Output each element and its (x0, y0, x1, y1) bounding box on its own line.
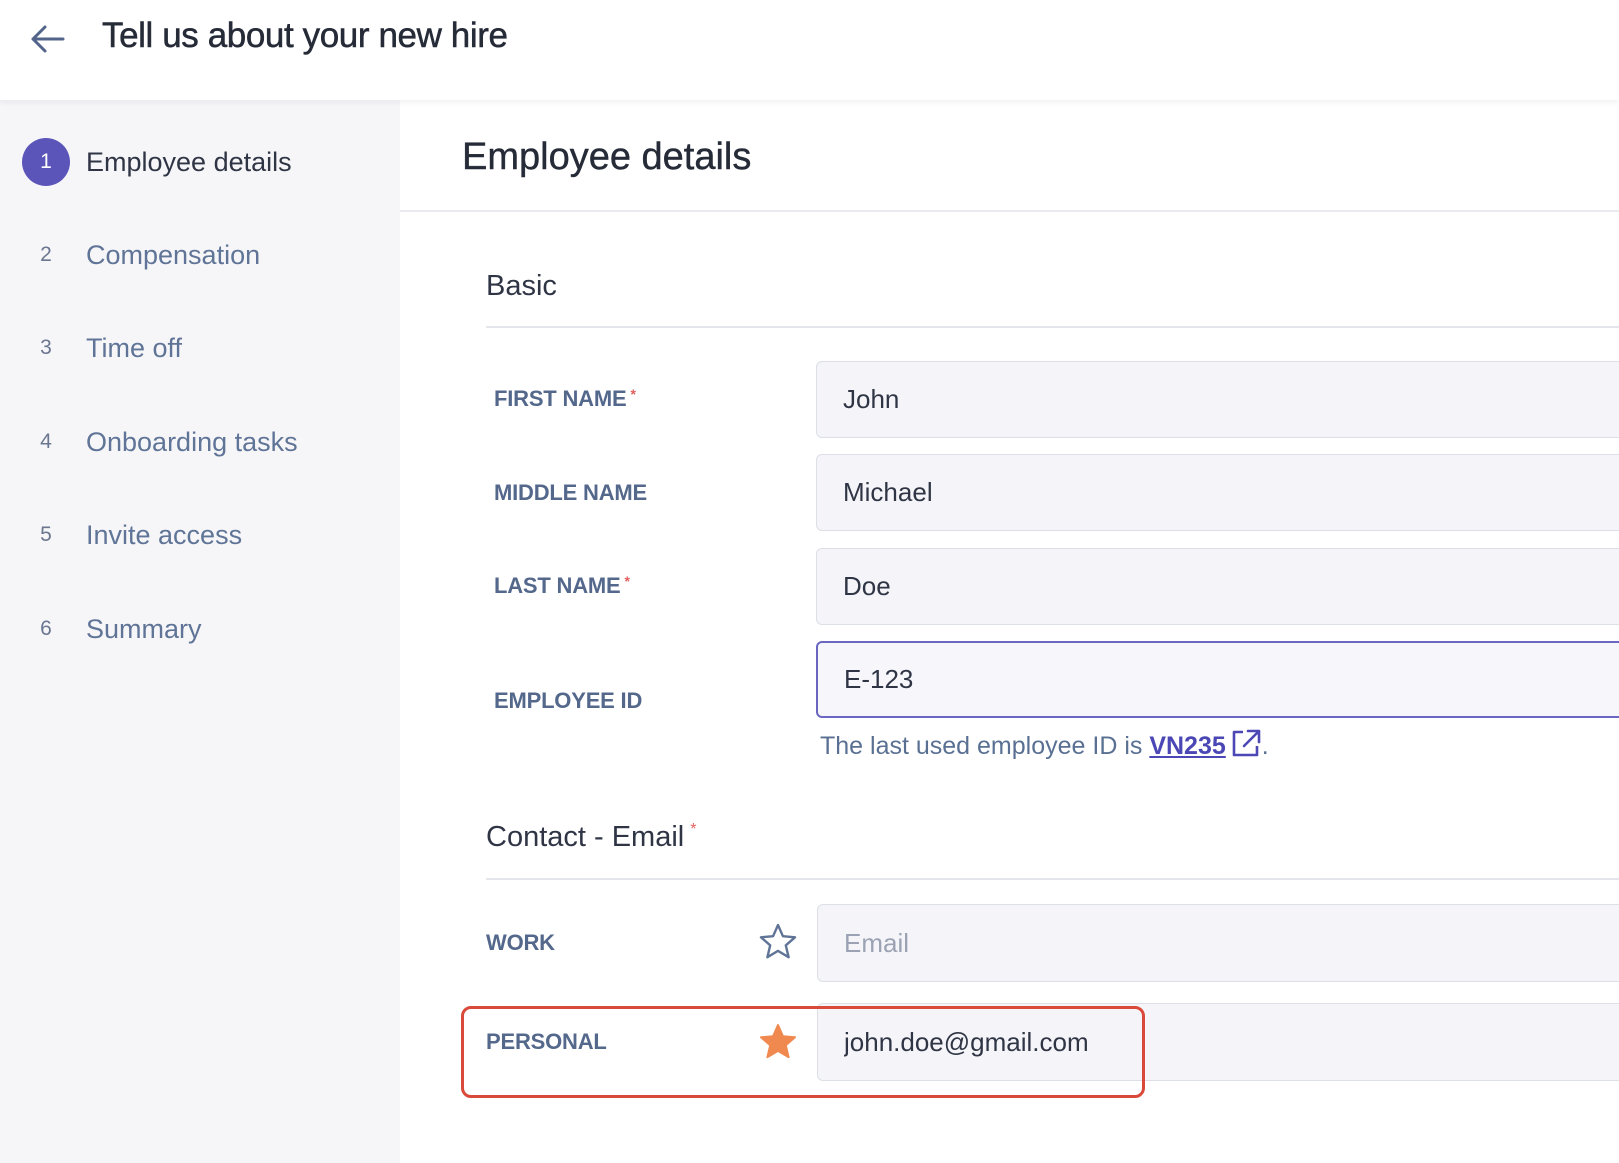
first-name-label: FIRST NAME * (494, 386, 636, 412)
contact-email-group-title: Contact - Email * (486, 821, 696, 854)
first-name-input[interactable] (816, 361, 1619, 438)
arrow-left-icon (31, 25, 65, 53)
label-text: FIRST NAME (494, 386, 627, 411)
step-summary[interactable]: 6 Summary (22, 604, 382, 654)
step-onboarding-tasks[interactable]: 4 Onboarding tasks (22, 417, 382, 467)
step-label: Onboarding tasks (86, 426, 298, 457)
divider (486, 326, 1619, 328)
star-outline-icon[interactable] (758, 922, 798, 962)
external-link-icon[interactable] (1230, 728, 1262, 758)
employee-id-helper: The last used employee ID is VN235 . (820, 728, 1269, 761)
divider (486, 878, 1619, 880)
page-title: Tell us about your new hire (102, 16, 508, 56)
section-title: Employee details (462, 136, 752, 178)
step-label: Invite access (86, 519, 243, 550)
step-number: 6 (40, 617, 52, 640)
required-mark: * (630, 386, 636, 402)
helper-suffix: . (1261, 732, 1269, 760)
step-time-off[interactable]: 3 Time off (22, 323, 382, 373)
last-employee-id-link[interactable]: VN235 (1149, 732, 1225, 760)
step-employee-details[interactable]: 1 Employee details (22, 137, 382, 187)
step-number: 1 (22, 138, 70, 186)
step-label: Employee details (86, 146, 292, 177)
back-button[interactable] (24, 16, 70, 62)
helper-text: The last used employee ID is (820, 732, 1150, 760)
step-compensation[interactable]: 2 Compensation (22, 230, 382, 280)
work-email-label: WORK (486, 930, 555, 955)
basic-group-title: Basic (486, 270, 557, 302)
step-number: 2 (40, 243, 52, 266)
step-invite-access[interactable]: 5 Invite access (22, 510, 382, 560)
label-text: LAST NAME (494, 573, 621, 598)
last-name-label: LAST NAME * (494, 573, 630, 599)
required-mark: * (690, 821, 697, 838)
employee-id-input[interactable] (816, 641, 1619, 718)
main-content: Employee details Basic FIRST NAME* MIDDL… (400, 100, 1619, 1163)
step-number: 3 (40, 336, 52, 359)
personal-email-label: PERSONAL (486, 1029, 607, 1054)
steps-sidebar: 1 Employee details 2 Compensation 3 Time… (0, 100, 400, 1163)
step-label: Time off (86, 332, 183, 363)
middle-name-label: MIDDLE NAME (494, 480, 648, 505)
step-number: 5 (40, 523, 52, 546)
divider (400, 210, 1619, 212)
middle-name-input[interactable] (816, 454, 1619, 531)
step-label: Compensation (86, 239, 261, 270)
step-number: 4 (40, 430, 52, 453)
top-bar: Tell us about your new hire (0, 0, 1619, 100)
employee-id-label: EMPLOYEE ID (494, 688, 643, 713)
last-name-input[interactable] (816, 548, 1619, 625)
required-mark: * (624, 573, 630, 589)
group-title-text: Contact - Email (486, 821, 685, 853)
step-label: Summary (86, 613, 202, 644)
personal-email-input[interactable] (817, 1003, 1619, 1081)
work-email-input[interactable] (817, 904, 1619, 982)
star-filled-icon[interactable] (758, 1022, 798, 1062)
